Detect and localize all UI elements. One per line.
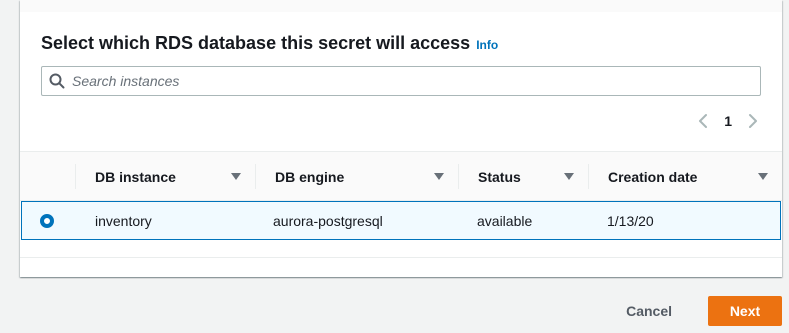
rds-selection-panel: Select which RDS database this secret wi…	[20, 0, 782, 277]
chevron-right-icon[interactable]	[742, 110, 764, 132]
search-input[interactable]	[72, 73, 760, 89]
column-label: Creation date	[608, 168, 698, 185]
next-button[interactable]: Next	[708, 296, 782, 326]
cancel-button[interactable]: Cancel	[606, 297, 692, 325]
cell-db-instance: inventory	[95, 212, 152, 229]
panel-top-strip	[20, 0, 782, 12]
sort-caret-icon[interactable]	[231, 173, 241, 180]
column-label: DB engine	[275, 168, 345, 185]
footer-actions: Cancel Next	[606, 296, 782, 326]
page-number[interactable]: 1	[724, 113, 732, 129]
column-label: Status	[478, 168, 521, 185]
column-header-db-instance[interactable]: DB instance	[75, 152, 255, 201]
pagination: 1	[692, 110, 764, 132]
column-header-creation-date[interactable]: Creation date	[588, 152, 782, 201]
row-select-cell[interactable]	[40, 202, 54, 239]
sort-caret-icon[interactable]	[434, 173, 444, 180]
table-divider	[20, 257, 782, 258]
instances-table: DB instance DB engine Status Creation da…	[20, 151, 782, 258]
table-header: DB instance DB engine Status Creation da…	[20, 151, 782, 201]
cell-db-engine: aurora-postgresql	[273, 212, 383, 229]
sort-caret-icon[interactable]	[758, 173, 768, 180]
cell-creation-date: 1/13/20	[607, 212, 654, 229]
sort-caret-icon[interactable]	[564, 173, 574, 180]
table-row[interactable]: inventory aurora-postgresql available 1/…	[21, 201, 781, 240]
chevron-left-icon[interactable]	[692, 110, 714, 132]
section-title: Select which RDS database this secret wi…	[41, 33, 471, 53]
info-link[interactable]: Info	[476, 38, 498, 52]
search-icon	[42, 73, 72, 89]
cell-status: available	[477, 212, 533, 229]
search-bar[interactable]	[41, 66, 761, 96]
column-header-db-engine[interactable]: DB engine	[255, 152, 458, 201]
radio-selected-icon[interactable]	[40, 213, 54, 228]
column-label: DB instance	[95, 168, 176, 185]
section-header: Select which RDS database this secret wi…	[41, 33, 498, 54]
column-header-status[interactable]: Status	[458, 152, 588, 201]
